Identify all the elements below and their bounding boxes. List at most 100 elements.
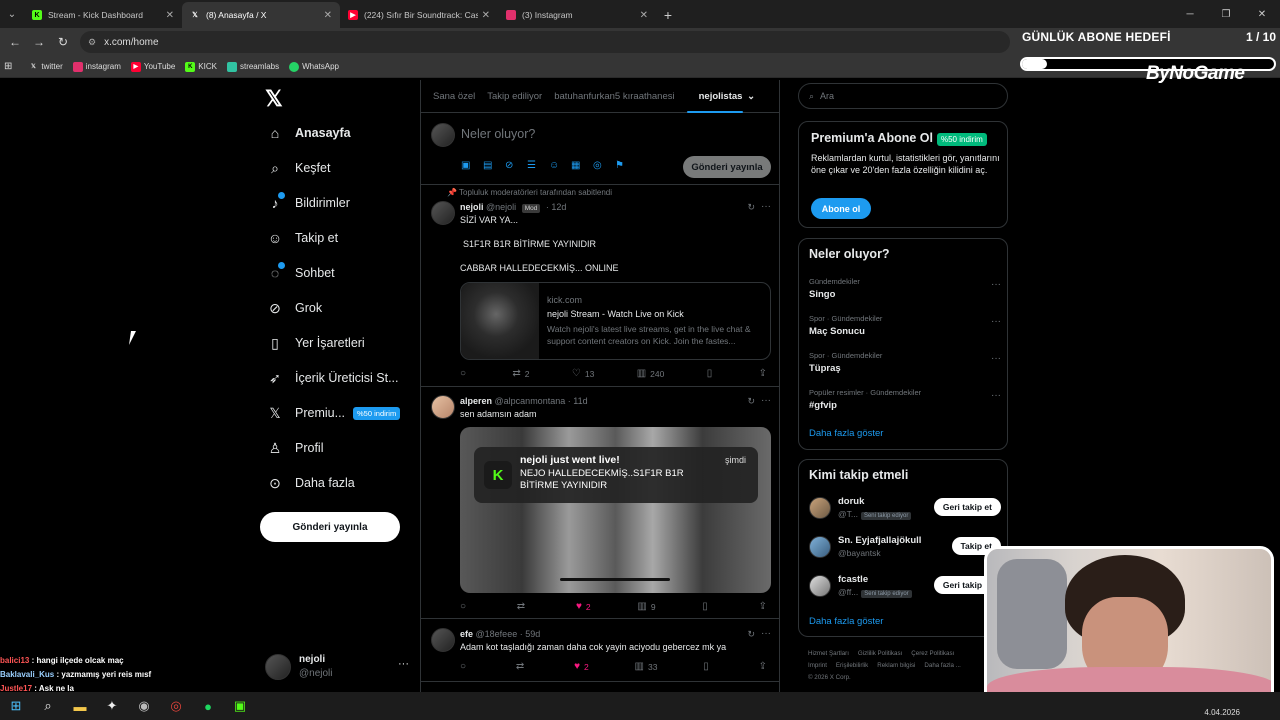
close-icon[interactable]: ✕ [640,10,648,21]
nav-bookmarks[interactable]: ▯ Yer İşaretleri [265,327,365,359]
bookmark-whatsapp[interactable]: WhatsApp [289,61,339,72]
tab-kick-dashboard[interactable]: K Stream - Kick Dashboard ✕ [24,2,182,28]
more-icon[interactable]: ··· [991,316,1001,327]
location-icon[interactable]: ◎ [593,160,615,171]
back-icon[interactable]: ← [3,30,27,54]
file-explorer-icon[interactable]: ▬ [64,692,96,720]
bookmark-twitter[interactable]: 𝕏twitter [28,62,63,72]
windows-start-icon[interactable]: ⊞ [0,692,32,720]
post-button[interactable]: Gönderi yayınla [260,512,400,542]
grok-icon[interactable]: ↻ [747,396,755,407]
nav-creator-studio[interactable]: ➶ İçerik Üreticisi St... [265,362,398,394]
grok-icon[interactable]: ↻ [747,629,755,640]
nav-grok[interactable]: ⊘ Grok [265,292,322,324]
share-button[interactable]: ⇪ [759,661,771,672]
views-button[interactable]: ▥ 240 [637,368,665,379]
url-field[interactable]: ⚙ x.com/home [80,31,1010,53]
post[interactable]: alperen @alpcanmontana · 11d ↻ ··· sen a… [421,387,779,619]
chrome-icon[interactable]: ◎ [160,692,192,720]
like-button[interactable]: ♡ 13 [572,368,594,379]
poll-icon[interactable]: ☰ [527,160,549,171]
tab-community[interactable]: batuhanfurkan5 kıraathanesi [554,91,674,102]
share-button[interactable]: ⇪ [759,601,771,612]
bookmark-instagram[interactable]: instagram [72,61,121,72]
x-logo-icon[interactable]: 𝕏 [265,88,287,110]
more-icon[interactable]: ··· [991,279,1001,290]
account-switcher[interactable]: nejoli @nejoli ··· [265,652,415,688]
views-button[interactable]: ▥ 9 [637,601,655,612]
minimize-icon[interactable]: ─ [1172,0,1208,28]
tab-x-home[interactable]: 𝕏 (8) Anasayfa / X ✕ [182,2,340,28]
close-icon[interactable]: ✕ [482,10,490,21]
bookmark-streamlabs[interactable]: streamlabs [226,61,279,72]
trend-item[interactable]: Popüler resimler · Gündemdekiler #gfvip ··… [809,388,1001,411]
compose-post-button[interactable]: Gönderi yayınla [683,156,771,178]
follow-suggestion[interactable]: fcastle @ff... Seni takip ediyor Geri tak… [809,572,1001,602]
spotify-icon[interactable]: ● [192,692,224,720]
more-icon[interactable]: ··· [761,395,771,406]
search-input[interactable]: ⌕ Ara [798,83,1008,109]
flag-icon[interactable]: ⚑ [615,160,637,171]
bookmark-button[interactable]: ▯ [703,661,713,672]
trend-item[interactable]: Spor · Gündemdekiler Maç Sonucu ··· [809,314,1001,337]
grok-icon[interactable]: ⊘ [505,160,527,171]
like-button[interactable]: ♥ 2 [574,661,589,672]
restore-icon[interactable]: ❐ [1208,0,1244,28]
repost-button[interactable]: ⇄ [516,661,528,672]
bookmark-button[interactable]: ▯ [707,368,717,379]
share-button[interactable]: ⇪ [759,368,771,379]
views-button[interactable]: ▥ 33 [635,661,658,672]
nav-premium[interactable]: 𝕏 Premiu... %50 indirim [265,397,401,429]
gif-icon[interactable]: ▤ [483,160,505,171]
link-card[interactable]: kick.com nejoli Stream - Watch Live on K… [460,282,771,360]
bookmark-youtube[interactable]: ▶ YouTube [130,61,175,72]
trend-item[interactable]: Gündemdekiler Singo ··· [809,277,1001,300]
repost-button[interactable]: ⇄ 2 [512,368,529,379]
more-icon[interactable]: ··· [761,201,771,212]
reload-icon[interactable]: ↻ [51,30,75,54]
reply-button[interactable]: ○ [460,601,470,612]
schedule-icon[interactable]: ▦ [571,160,593,171]
post[interactable]: 📌 Topluluk moderatörleri tarafından sabi… [421,185,779,387]
tab-for-you[interactable]: Sana özel [433,91,475,102]
more-icon[interactable]: ··· [991,390,1001,401]
close-icon[interactable]: ✕ [166,10,174,21]
show-more-link[interactable]: Daha fazla göster [809,428,883,439]
new-tab-button[interactable]: + [656,2,680,28]
tab-following[interactable]: Takip ediliyor [487,91,542,102]
nav-home[interactable]: ⌂ Anasayfa [265,117,351,149]
apps-icon[interactable]: ⊞ [4,61,12,72]
settings-app-icon[interactable]: ✦ [96,692,128,720]
image-icon[interactable]: ▣ [461,160,483,171]
show-more-link[interactable]: Daha fazla göster [809,616,883,627]
reply-button[interactable]: ○ [460,368,470,379]
nav-follow[interactable]: ☺ Takip et [265,222,338,254]
nav-profile[interactable]: ♙ Profil [265,432,324,464]
site-info-icon[interactable]: ⚙ [88,37,96,48]
repost-button[interactable]: ⇄ [517,601,529,612]
tab-search-icon[interactable]: ⌄ [0,0,24,28]
follow-suggestion[interactable]: Sn. Eyjafjallajökull @bayantsk Takip et [809,533,1001,563]
nav-chat[interactable]: ◌ Sohbet [265,257,335,289]
close-window-icon[interactable]: ✕ [1244,0,1280,28]
grok-icon[interactable]: ↻ [747,202,755,213]
tab-youtube[interactable]: ▶ (224) Sıfır Bir Soundtrack: Cash ✕ [340,2,498,28]
obs-icon[interactable]: ◉ [128,692,160,720]
search-icon[interactable]: ⌕ [32,692,64,720]
subscribe-button[interactable]: Abone ol [811,198,871,219]
nav-explore[interactable]: ⌕ Keşfet [265,152,330,184]
post[interactable]: efe @18efeee · 59d ↻ ··· Adam kot taşlad… [421,619,779,682]
avatar[interactable] [431,395,455,419]
emoji-icon[interactable]: ☺ [549,160,571,171]
tab-instagram[interactable]: (3) Instagram ✕ [498,2,656,28]
tab-nejolistas[interactable]: nejolistas ⌄ [686,91,755,113]
nav-notifications[interactable]: ♪ Bildirimler [265,187,350,219]
compose-input[interactable]: Neler oluyor? [461,127,535,141]
avatar[interactable] [431,201,455,225]
app-icon[interactable]: ▣ [224,692,256,720]
follow-back-button[interactable]: Geri takip et [933,498,1001,516]
post-media[interactable]: K nejoli just went live! NEJO HALLEDECEK… [460,427,771,593]
bookmark-kick[interactable]: K KICK [185,61,217,72]
like-button[interactable]: ♥ 2 [576,601,591,612]
nav-more[interactable]: ⊙ Daha fazla [265,467,355,499]
